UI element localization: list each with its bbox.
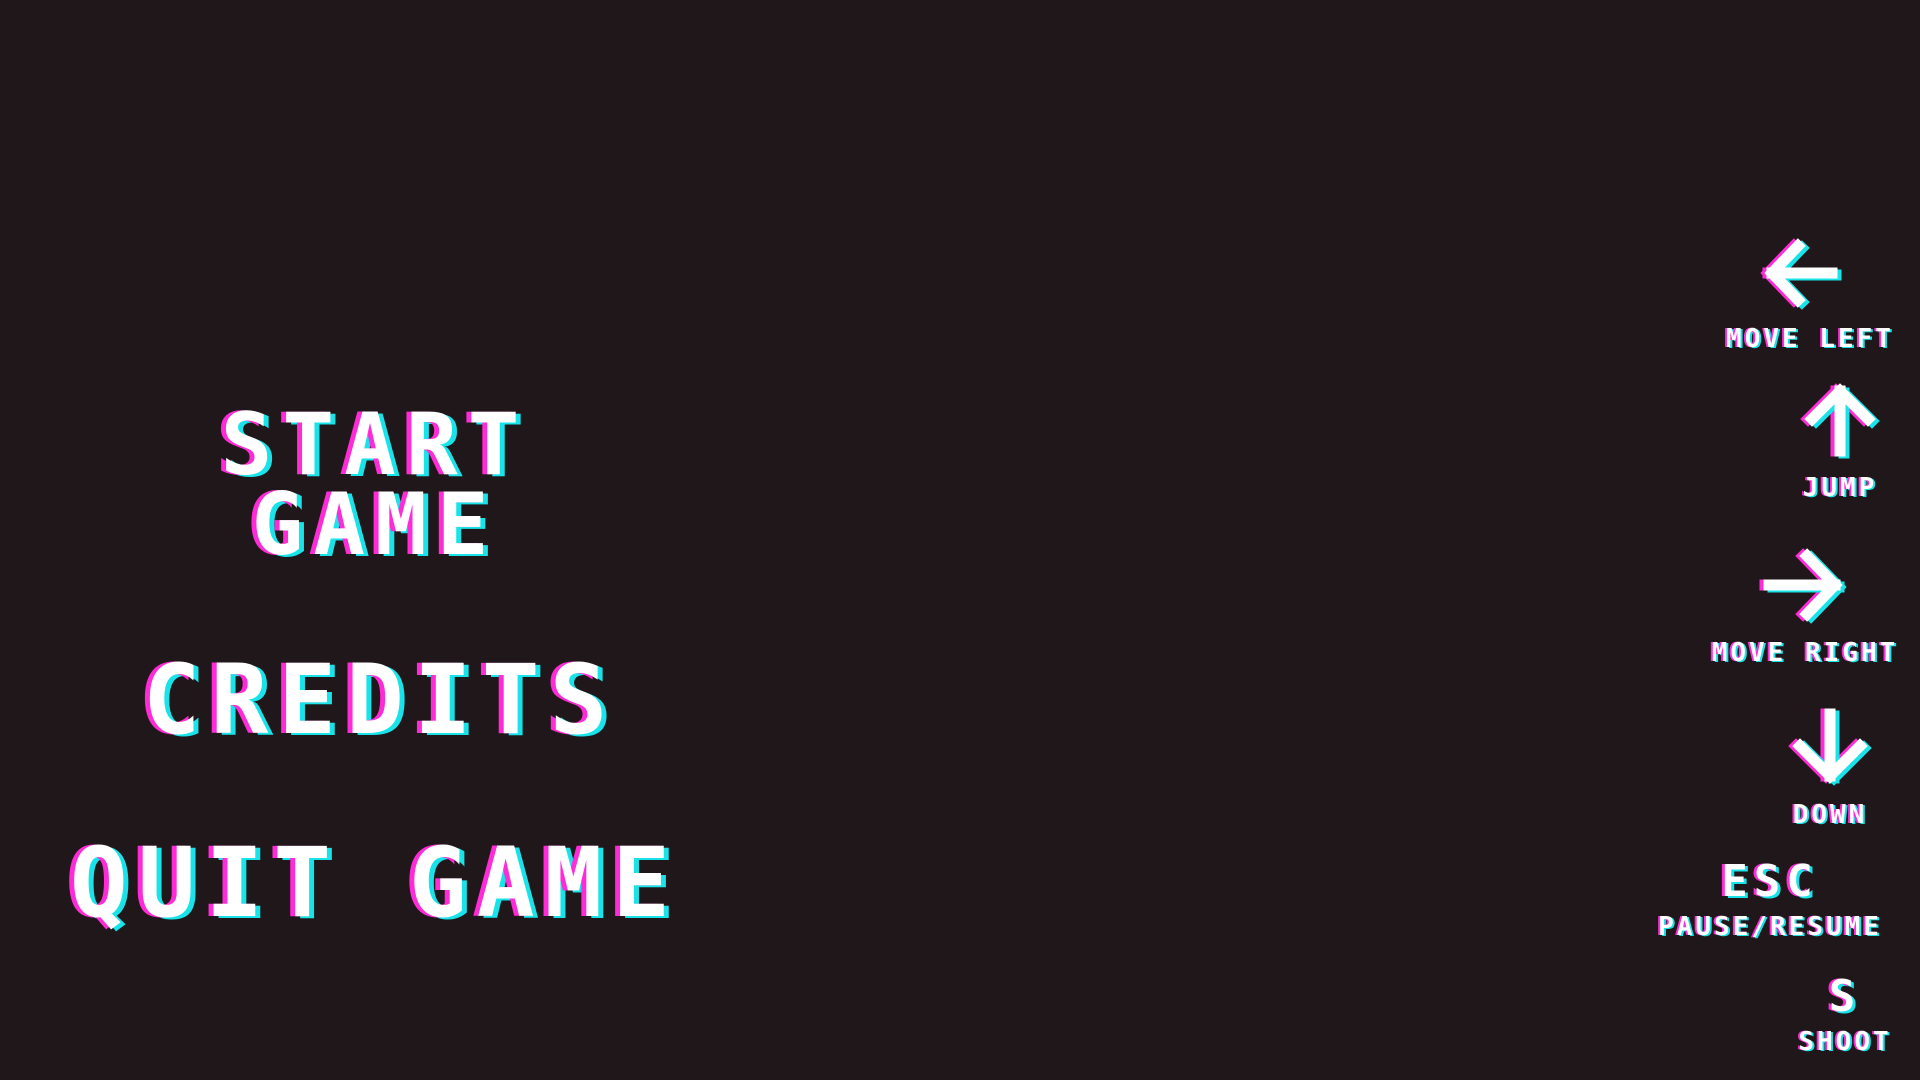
arrow-up-icon xyxy=(1800,383,1880,459)
start-game-button[interactable]: START GAME xyxy=(160,395,590,575)
jump-label: JUMP xyxy=(1802,473,1878,503)
start-game-line2: GAME xyxy=(251,475,499,575)
move-right-label: MOVE RIGHT xyxy=(1711,638,1899,668)
esc-key: ESC xyxy=(1721,856,1819,907)
down-label: DOWN xyxy=(1792,800,1868,830)
s-key: S xyxy=(1828,971,1862,1022)
credits-button[interactable]: CREDITS xyxy=(80,652,680,748)
shoot-label: SHOOT xyxy=(1798,1027,1892,1057)
arrow-left-icon xyxy=(1760,238,1842,310)
control-down: DOWN xyxy=(1740,708,1920,830)
control-move-left: MOVE LEFT xyxy=(1700,238,1920,354)
quit-game-button[interactable]: QUIT GAME xyxy=(15,835,735,931)
arrow-down-icon xyxy=(1788,708,1872,786)
arrow-right-icon xyxy=(1759,548,1847,624)
start-game-line1: START xyxy=(220,395,530,495)
control-jump: JUMP xyxy=(1760,383,1920,503)
move-left-label: MOVE LEFT xyxy=(1726,324,1894,354)
pause-resume-label: PAUSE/RESUME xyxy=(1658,912,1882,942)
control-move-right: MOVE RIGHT xyxy=(1690,548,1920,668)
control-shoot: S SHOOT xyxy=(1770,971,1920,1058)
control-pause-resume: ESC PAUSE/RESUME xyxy=(1620,856,1920,943)
